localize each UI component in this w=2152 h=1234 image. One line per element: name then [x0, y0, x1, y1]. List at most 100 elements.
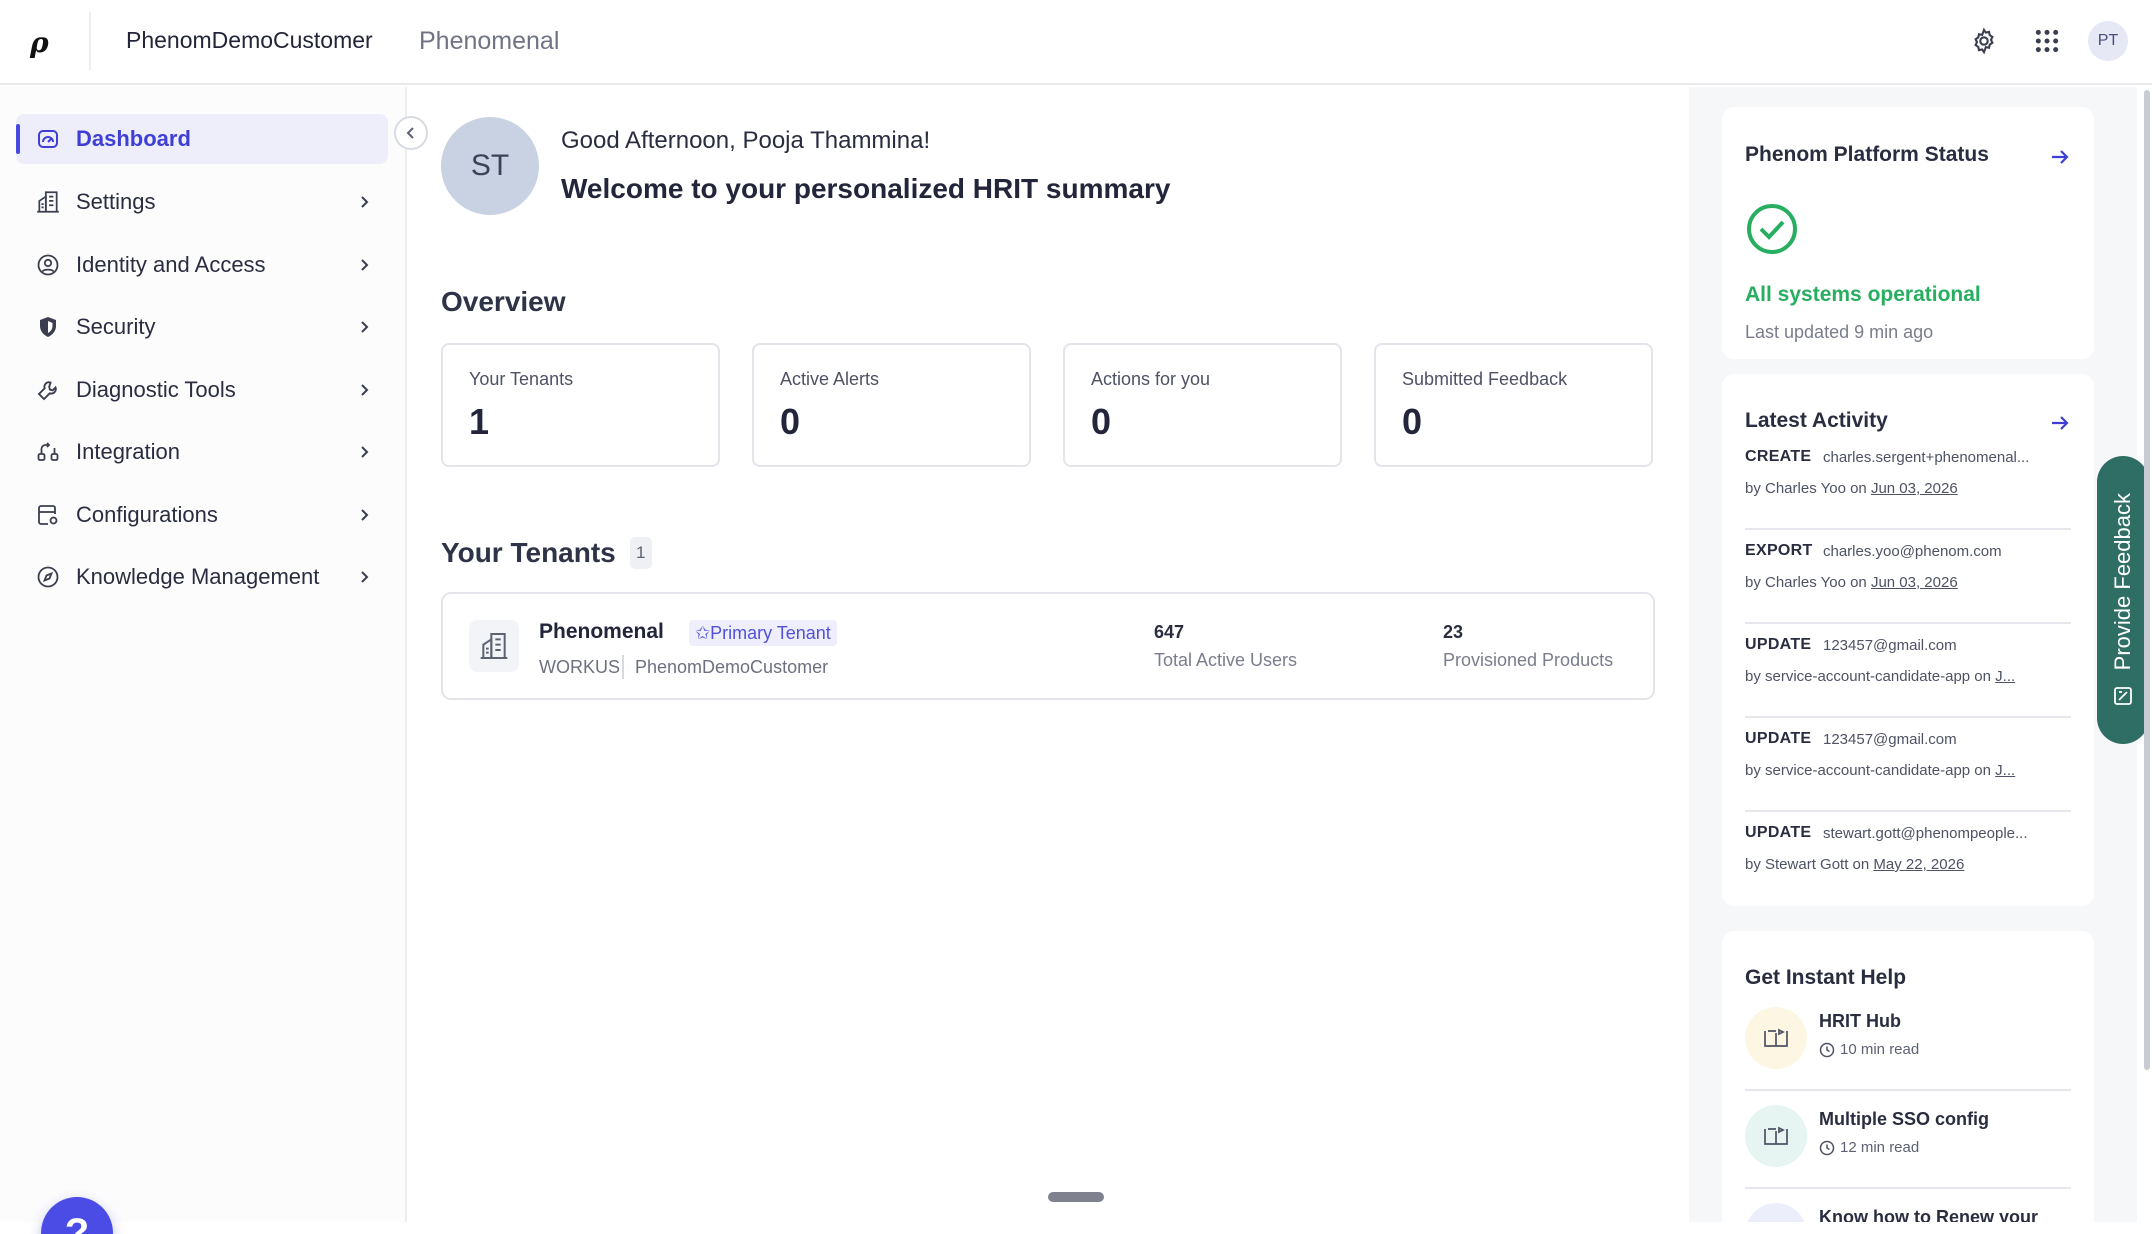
latest-activity-card: Latest Activity CREATE charles.sergent+p… — [1722, 374, 2094, 906]
help-article-title: HRIT Hub — [1819, 1011, 1901, 1031]
chevron-right-icon — [354, 317, 374, 337]
total-active-users-label: Total Active Users — [1154, 650, 1298, 670]
sidebar-item-knowledge-management[interactable]: Knowledge Management — [16, 552, 388, 602]
status-text: All systems operational — [1745, 283, 1981, 306]
greeting-text: Good Afternoon, Pooja Thammina! — [561, 127, 931, 154]
help-article-title: Know how to Renew your — [1819, 1207, 2038, 1222]
help-article-meta: 12 min read — [1819, 1139, 1919, 1156]
help-read-time: 12 min read — [1840, 1139, 1920, 1156]
org-name[interactable]: PhenomDemoCustomer — [126, 27, 373, 54]
sidebar-item-label: Settings — [76, 189, 156, 214]
check-circle-icon — [1747, 204, 1797, 254]
sidebar-item-label: Integration — [76, 439, 180, 464]
book-icon — [1745, 1105, 1807, 1167]
activity-target: charles.yoo@phenom.com — [1823, 543, 2002, 560]
activity-date[interactable]: J... — [1995, 668, 2015, 685]
activity-action: UPDATE — [1745, 730, 1812, 747]
tenant-name[interactable]: Phenomenal — [539, 620, 664, 644]
help-article[interactable]: Know how to Renew your — [1745, 1189, 2071, 1222]
clock-icon — [1819, 1140, 1835, 1155]
feedback-icon — [2114, 686, 2132, 705]
activity-by: by Stewart Gott on May 22, 2026 — [1745, 856, 2071, 873]
chevron-right-icon — [354, 192, 374, 212]
stat-label: Actions for you — [1091, 369, 1211, 389]
activity-date[interactable]: May 22, 2026 — [1873, 856, 1964, 873]
activity-action: UPDATE — [1745, 636, 1812, 653]
stat-card-actions-for-you[interactable]: Actions for you 0 — [1063, 343, 1342, 467]
activity-item[interactable]: UPDATE stewart.gott@phenompeople... by S… — [1745, 812, 2071, 906]
stat-label: Submitted Feedback — [1402, 369, 1568, 389]
activity-by: by service-account-candidate-app on J... — [1745, 762, 2071, 779]
chevron-right-icon — [354, 567, 374, 587]
provide-feedback-tab[interactable]: Provide Feedback — [2097, 456, 2149, 744]
activity-item[interactable]: EXPORT charles.yoo@phenom.com by Charles… — [1745, 530, 2071, 624]
sidebar-item-label: Configurations — [76, 502, 218, 527]
overview-heading: Overview — [441, 286, 566, 317]
right-panel: Phenom Platform Status All systems opera… — [1689, 87, 2137, 1222]
sidebar-item-identity-and-access[interactable]: Identity and Access — [16, 240, 388, 290]
collapse-sidebar-button[interactable] — [394, 116, 428, 150]
settings-gear-icon[interactable] — [1965, 22, 2003, 60]
tenant-row[interactable]: Phenomenal ✩Primary Tenant WORKUS Phenom… — [441, 592, 1655, 700]
apps-grid-icon[interactable] — [2028, 22, 2066, 60]
instant-help-card: Get Instant Help HRIT Hub 10 min read Mu… — [1722, 931, 2094, 1222]
wrench-icon — [34, 376, 62, 404]
stat-label: Your Tenants — [469, 369, 574, 389]
activity-by: by Charles Yoo on Jun 03, 2026 — [1745, 480, 2071, 497]
activity-date[interactable]: Jun 03, 2026 — [1871, 574, 1958, 591]
sidebar-item-security[interactable]: Security — [16, 302, 388, 352]
help-article[interactable]: Multiple SSO config 12 min read — [1745, 1091, 2071, 1189]
top-bar: ρ PhenomDemoCustomer Phenomenal PT — [0, 0, 2152, 85]
platform-status-title: Phenom Platform Status — [1745, 143, 1989, 166]
activity-target: 123457@gmail.com — [1823, 637, 1957, 654]
tenant-org: PhenomDemoCustomer — [635, 657, 829, 677]
sidebar-item-integration[interactable]: Integration — [16, 427, 388, 477]
stat-label: Active Alerts — [780, 369, 880, 389]
page-scrollbar[interactable] — [2144, 90, 2150, 1070]
sidebar-item-settings[interactable]: Settings — [16, 177, 388, 227]
chevron-right-icon — [354, 442, 374, 462]
your-tenants-title: Your Tenants — [441, 537, 616, 568]
sidebar-item-diagnostic-tools[interactable]: Diagnostic Tools — [16, 365, 388, 415]
activity-by-text: by Charles Yoo on — [1745, 480, 1871, 497]
activity-item[interactable]: UPDATE 123457@gmail.com by service-accou… — [1745, 624, 2071, 718]
stat-card-submitted-feedback[interactable]: Submitted Feedback 0 — [1374, 343, 1653, 467]
stat-value: 0 — [1402, 401, 1423, 442]
clock-icon — [1819, 1042, 1835, 1057]
activity-date[interactable]: J... — [1995, 762, 2015, 779]
config-icon — [34, 501, 62, 529]
compass-icon — [34, 563, 62, 591]
stat-value: 0 — [1091, 401, 1112, 442]
tenant-meta-divider — [622, 655, 624, 679]
your-tenants-heading: Your Tenants 1 — [441, 537, 652, 569]
stat-card-your-tenants[interactable]: Your Tenants 1 — [441, 343, 720, 467]
arrow-right-icon[interactable] — [2048, 145, 2072, 169]
sidebar-item-configurations[interactable]: Configurations — [16, 490, 388, 540]
activity-item[interactable]: CREATE charles.sergent+phenomenal... by … — [1745, 436, 2071, 530]
tenant-region: WORKUS — [539, 657, 620, 677]
logo-divider — [89, 12, 91, 70]
activity-date[interactable]: Jun 03, 2026 — [1871, 480, 1958, 497]
activity-by: by Charles Yoo on Jun 03, 2026 — [1745, 574, 2071, 591]
sidebar-item-label: Dashboard — [76, 126, 191, 151]
sidebar-item-label: Diagnostic Tools — [76, 377, 236, 402]
building-icon — [469, 620, 519, 672]
tenant-name-header: Phenomenal — [419, 27, 560, 55]
scroll-handle[interactable] — [1048, 1192, 1104, 1202]
help-button[interactable]: ? — [41, 1197, 113, 1234]
platform-status-card: Phenom Platform Status All systems opera… — [1722, 107, 2094, 359]
user-avatar[interactable]: PT — [2088, 21, 2128, 61]
stat-value: 1 — [469, 401, 490, 442]
shield-icon — [34, 313, 62, 341]
stat-card-active-alerts[interactable]: Active Alerts 0 — [752, 343, 1031, 467]
activity-by-text: by Charles Yoo on — [1745, 574, 1871, 591]
sidebar-item-dashboard[interactable]: Dashboard — [16, 114, 388, 164]
help-article-title: Multiple SSO config — [1819, 1109, 1989, 1129]
activity-action: UPDATE — [1745, 824, 1812, 841]
arrow-right-icon[interactable] — [2048, 411, 2072, 435]
status-updated: Last updated 9 min ago — [1745, 322, 1934, 342]
phenom-logo[interactable]: ρ — [30, 26, 60, 59]
activity-item[interactable]: UPDATE 123457@gmail.com by service-accou… — [1745, 718, 2071, 812]
help-article[interactable]: HRIT Hub 10 min read — [1745, 993, 2071, 1091]
gauge-icon — [34, 125, 62, 153]
